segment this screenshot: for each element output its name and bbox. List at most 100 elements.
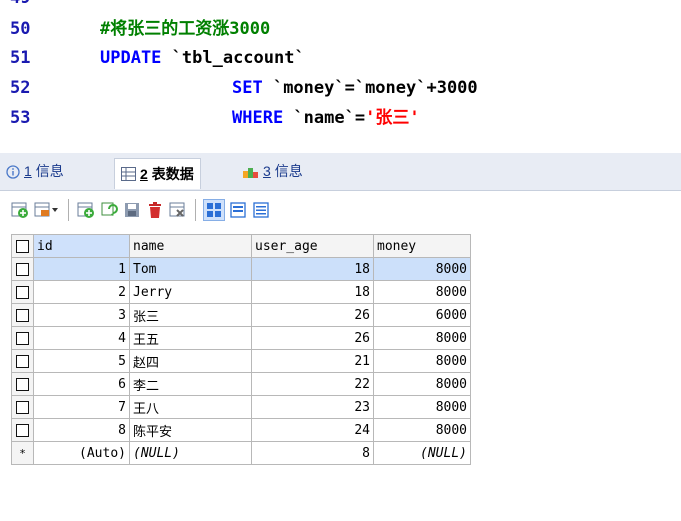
cell-user-age[interactable]: 26 (251, 303, 374, 327)
view-dropdown-icon[interactable] (33, 200, 61, 220)
cell-money[interactable]: 8000 (373, 418, 471, 442)
table-row[interactable]: 1 Tom 18 8000 (11, 257, 471, 281)
line-number: 52 (10, 78, 31, 98)
column-header-id[interactable]: id (33, 234, 130, 258)
text-view-icon[interactable] (251, 200, 271, 220)
select-all-checkbox[interactable] (11, 234, 34, 258)
cell-user-age[interactable]: 24 (251, 418, 374, 442)
code-token: UPDATE (100, 48, 162, 68)
cell-money[interactable]: 8000 (373, 349, 471, 373)
table-row[interactable]: 4 王五 26 8000 (11, 326, 471, 350)
cancel-icon[interactable] (168, 200, 188, 220)
column-header-user-age[interactable]: user_age (251, 234, 374, 258)
cell-money[interactable]: 8000 (373, 372, 471, 396)
cell-id[interactable]: 1 (33, 257, 130, 281)
tab-number: 1 (24, 163, 32, 179)
cell-id[interactable]: 5 (33, 349, 130, 373)
table-row[interactable]: 8 陈平安 24 8000 (11, 418, 471, 442)
cell-money[interactable]: 8000 (373, 257, 471, 281)
column-header-name[interactable]: name (129, 234, 252, 258)
code-token: '张三' (365, 108, 420, 128)
cell-name[interactable]: Tom (129, 257, 252, 281)
row-checkbox[interactable] (11, 280, 34, 304)
row-checkbox[interactable] (11, 395, 34, 419)
cell-id[interactable]: 7 (33, 395, 130, 419)
code-token: `name`= (283, 108, 366, 128)
refresh-icon[interactable] (99, 200, 119, 220)
cell-name[interactable]: 王八 (129, 395, 252, 419)
duplicate-row-icon[interactable] (76, 200, 96, 220)
new-row-marker: * (11, 441, 34, 465)
table-row[interactable]: 7 王八 23 8000 (11, 395, 471, 419)
cell-money[interactable]: 8000 (373, 395, 471, 419)
row-checkbox[interactable] (11, 326, 34, 350)
cell-money[interactable]: 8000 (373, 280, 471, 304)
code-token: `tbl_account` (161, 48, 305, 68)
row-checkbox[interactable] (11, 349, 34, 373)
toolbar-separator (195, 198, 196, 221)
cell-user-age[interactable]: 8 (251, 441, 374, 465)
row-checkbox[interactable] (11, 372, 34, 396)
grid-header-row: id name user_age money (11, 234, 471, 258)
cell-id[interactable]: 6 (33, 372, 130, 396)
result-tabs: 1 信息 2 表数据 3 信息 (0, 153, 681, 191)
data-grid[interactable]: id name user_age money 1 Tom 18 8000 2 J… (11, 234, 471, 465)
toolbar-separator (68, 198, 69, 221)
tab-info-1[interactable]: 1 信息 (6, 158, 64, 185)
cell-name[interactable]: 陈平安 (129, 418, 252, 442)
new-row[interactable]: * (Auto) (NULL) 8 (NULL) (11, 441, 471, 465)
line-number: 49 (10, 0, 30, 10)
editor-gutter (0, 0, 8, 152)
code-token: #将张三的工资涨3000 (100, 19, 271, 39)
cell-user-age[interactable]: 23 (251, 395, 374, 419)
tab-number: 2 (140, 165, 148, 182)
cell-money[interactable]: (NULL) (373, 441, 471, 465)
cell-id[interactable]: 8 (33, 418, 130, 442)
cell-id[interactable]: 2 (33, 280, 130, 304)
cell-name[interactable]: 李二 (129, 372, 252, 396)
cell-user-age[interactable]: 18 (251, 257, 374, 281)
table-row[interactable]: 3 张三 26 6000 (11, 303, 471, 327)
tab-info-3[interactable]: 3 信息 (243, 158, 303, 185)
tab-number: 3 (263, 163, 271, 179)
cell-id[interactable]: 4 (33, 326, 130, 350)
cell-user-age[interactable]: 18 (251, 280, 374, 304)
sql-editor[interactable]: 49 50 #将张三的工资涨3000 51 UPDATE `tbl_account` 52… (0, 0, 681, 152)
table-row[interactable]: 2 Jerry 18 8000 (11, 280, 471, 304)
insert-row-icon[interactable] (10, 200, 30, 220)
table-row[interactable]: 5 赵四 21 8000 (11, 349, 471, 373)
code-token: WHERE (232, 108, 284, 128)
cell-user-age[interactable]: 22 (251, 372, 374, 396)
cell-id[interactable]: (Auto) (33, 441, 130, 465)
tab-table-data[interactable]: 2 表数据 (114, 158, 201, 189)
tab-label: 信息 (274, 163, 303, 179)
row-checkbox[interactable] (11, 303, 34, 327)
line-number: 53 (10, 108, 31, 128)
cell-name[interactable]: 赵四 (129, 349, 252, 373)
code-text: UPDATE `tbl_account` (100, 46, 305, 70)
code-text: WHERE `name`='张三' (232, 106, 420, 130)
line-number: 50 (10, 19, 31, 39)
cell-name[interactable]: 张三 (129, 303, 252, 327)
form-view-icon[interactable] (228, 200, 248, 220)
grid-view-icon[interactable] (203, 198, 225, 221)
code-text: #将张三的工资涨3000 (100, 17, 270, 41)
delete-icon[interactable] (145, 200, 165, 220)
cell-user-age[interactable]: 26 (251, 326, 374, 350)
cell-user-age[interactable]: 21 (251, 349, 374, 373)
row-checkbox[interactable] (11, 418, 34, 442)
column-header-money[interactable]: money (373, 234, 471, 258)
cell-id[interactable]: 3 (33, 303, 130, 327)
tab-label: 表数据 (151, 165, 194, 182)
code-token: SET (232, 78, 263, 98)
row-checkbox[interactable] (11, 257, 34, 281)
cell-name[interactable]: Jerry (129, 280, 252, 304)
cell-name[interactable]: 王五 (129, 326, 252, 350)
cell-money[interactable]: 6000 (373, 303, 471, 327)
cell-money[interactable]: 8000 (373, 326, 471, 350)
chart-icon (243, 167, 258, 178)
save-icon[interactable] (122, 200, 142, 220)
cell-name[interactable]: (NULL) (129, 441, 252, 465)
table-row[interactable]: 6 李二 22 8000 (11, 372, 471, 396)
data-toolbar (0, 191, 681, 228)
